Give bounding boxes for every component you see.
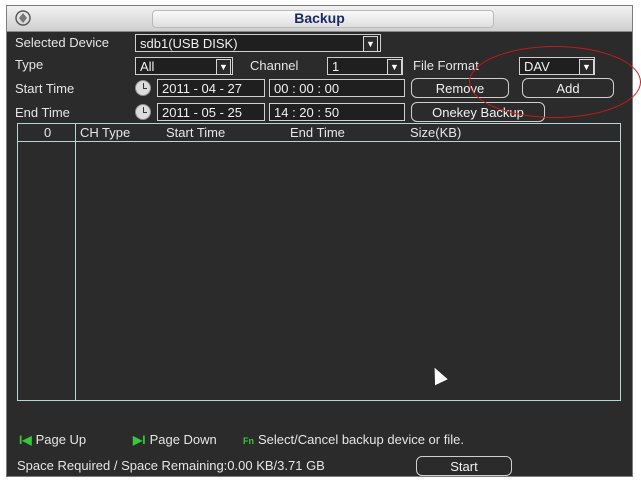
page-down-text: Page Down bbox=[149, 432, 217, 447]
selected-device-select[interactable]: sdb1(USB DISK) bbox=[135, 34, 381, 52]
page-down-hint: ▶I Page Down bbox=[133, 432, 217, 447]
column-header: End Time bbox=[290, 125, 345, 140]
start-time-field[interactable]: 00 : 00 : 00 bbox=[269, 79, 405, 97]
chevron-down-icon[interactable]: ▼ bbox=[387, 59, 402, 75]
backup-file-table[interactable]: 0 CH Type Start Time End Time Size(KB) bbox=[17, 123, 621, 401]
title-bar: Backup bbox=[7, 6, 632, 32]
start-button[interactable]: Start bbox=[416, 456, 512, 476]
channel-label: Channel bbox=[250, 58, 299, 73]
end-time-field[interactable]: 14 : 20 : 50 bbox=[269, 103, 405, 121]
clock-icon[interactable] bbox=[135, 104, 151, 120]
fn-key-icon: Fn bbox=[243, 436, 254, 446]
red-annotation-oval bbox=[469, 46, 641, 118]
column-header: Type bbox=[102, 125, 131, 140]
start-time-label: Start Time bbox=[15, 81, 75, 96]
selected-device-label: Selected Device bbox=[15, 35, 109, 50]
file-format-label: File Format bbox=[413, 58, 479, 73]
page-up-hint: I◀ Page Up bbox=[19, 432, 86, 447]
page-down-key-icon: ▶I bbox=[133, 433, 146, 447]
window-title: Backup bbox=[294, 10, 345, 26]
type-label: Type bbox=[15, 57, 44, 72]
chevron-down-icon[interactable]: ▼ bbox=[363, 36, 378, 52]
page-up-text: Page Up bbox=[35, 432, 87, 447]
column-divider bbox=[75, 124, 76, 400]
end-time-label: End Time bbox=[15, 105, 70, 120]
start-date-field[interactable]: 2011 - 04 - 27 bbox=[157, 79, 265, 97]
column-header: CH bbox=[80, 125, 99, 140]
clock-icon[interactable] bbox=[135, 80, 151, 96]
end-date-field[interactable]: 2011 - 05 - 25 bbox=[157, 103, 265, 121]
column-header: Start Time bbox=[166, 125, 226, 140]
column-header: Size(KB) bbox=[410, 125, 462, 140]
chevron-down-icon[interactable]: ▼ bbox=[216, 59, 231, 75]
table-header: 0 CH Type Start Time End Time Size(KB) bbox=[18, 124, 620, 142]
page-up-key-icon: I◀ bbox=[19, 433, 32, 447]
space-info: Space Required / Space Remaining:0.00 KB… bbox=[17, 458, 325, 473]
column-header: 0 bbox=[44, 125, 52, 140]
select-hint: Fn Select/Cancel backup device or file. bbox=[243, 432, 464, 447]
select-hint-text: Select/Cancel backup device or file. bbox=[258, 432, 464, 447]
